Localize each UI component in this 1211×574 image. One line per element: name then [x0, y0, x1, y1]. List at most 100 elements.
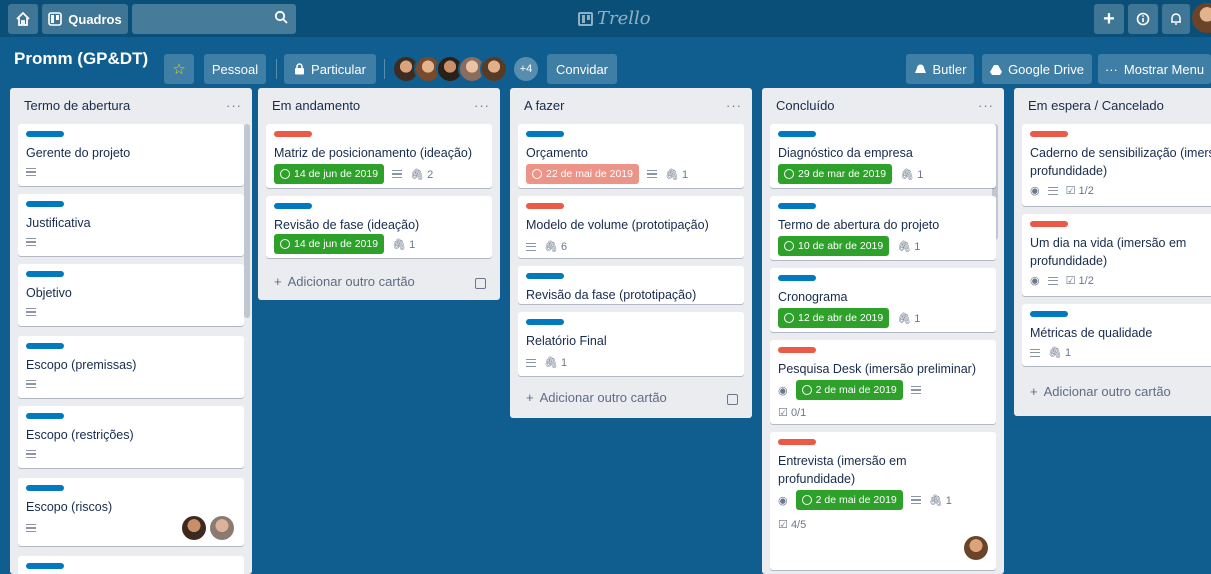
add-card-label: Adicionar outro cartão	[1043, 384, 1171, 399]
invite-button[interactable]: Convidar	[547, 54, 617, 84]
google-drive-button[interactable]: Google Drive	[982, 54, 1092, 84]
card[interactable]: Caderno de sensibilização (imersão profu…	[1022, 124, 1211, 206]
list-header[interactable]: Em andamento ···	[258, 88, 500, 122]
card-member-avatar[interactable]	[964, 536, 988, 560]
card[interactable]: Diagnóstico da empresa 29 de mar de 2019…	[770, 124, 996, 188]
card-label-blue	[526, 319, 564, 325]
due-date-badge[interactable]: 14 de jun de 2019	[274, 234, 385, 254]
add-card-button[interactable]: + Adicionar outro cartão	[526, 390, 667, 405]
card-template-icon[interactable]	[727, 394, 738, 405]
scrollbar[interactable]	[244, 124, 250, 318]
visibility-button[interactable]: Particular	[284, 54, 376, 84]
list-title[interactable]: A fazer	[524, 98, 564, 113]
card-badges	[26, 168, 36, 176]
notifications-button[interactable]	[1162, 4, 1190, 34]
card[interactable]: Entrevista (imersão em profundidade) ◉ 2…	[770, 432, 996, 570]
due-date-badge[interactable]: 12 de abr de 2019	[778, 308, 890, 328]
add-card-button[interactable]: + Adicionar outro cartão	[1030, 384, 1171, 399]
due-date-badge[interactable]: 22 de mai de 2019	[526, 164, 639, 184]
due-date: 29 de mar de 2019	[798, 168, 887, 180]
show-menu-button[interactable]: ··· Mostrar Menu	[1098, 54, 1211, 84]
description-icon	[526, 358, 536, 367]
card[interactable]: Objetivo	[18, 264, 244, 326]
card[interactable]: Termo de abertura do projeto 10 de abr d…	[770, 196, 996, 260]
card[interactable]: Escopo (restrições)	[18, 406, 244, 468]
attachment-badge: 🖇 2	[410, 168, 433, 181]
description-icon	[910, 386, 921, 394]
create-button[interactable]: +	[1094, 4, 1124, 34]
card[interactable]: Escopo (premissas)	[18, 336, 244, 398]
card[interactable]: Pesquisa Desk (imersão preliminar) ◉ 2 d…	[770, 340, 996, 424]
card[interactable]: Modelo de volume (prototipação) 🖇 6	[518, 196, 744, 258]
card-badges: ◉ ☑ 1/2	[1030, 184, 1094, 197]
list-title[interactable]: Concluído	[776, 98, 835, 113]
card-badges	[26, 308, 36, 316]
butler-button[interactable]: Butler	[906, 54, 974, 84]
card[interactable]	[18, 556, 244, 574]
due-date-badge[interactable]: 29 de mar de 2019	[778, 164, 893, 184]
paperclip-icon: 🖇	[544, 241, 558, 253]
info-button[interactable]	[1128, 4, 1158, 34]
bell-icon	[1171, 13, 1181, 25]
list-header[interactable]: Concluído ···	[762, 88, 1004, 122]
card-badges: 🖇 1	[526, 356, 567, 369]
trello-logo[interactable]: Trello	[578, 8, 651, 29]
card[interactable]: Cronograma 12 de abr de 2019 🖇 1	[770, 268, 996, 332]
due-date-badge[interactable]: 2 de mai de 2019	[795, 380, 903, 400]
card[interactable]: Métricas de qualidade 🖇 1	[1022, 304, 1211, 366]
checklist-icon: ☑	[778, 519, 788, 531]
description-icon	[1047, 186, 1058, 195]
card[interactable]: Revisão da fase (prototipação)	[518, 266, 744, 304]
search-input[interactable]	[132, 4, 296, 34]
card-title: Gerente do projeto	[26, 146, 131, 160]
list-header[interactable]: A fazer ···	[510, 88, 752, 122]
card[interactable]: Gerente do projeto	[18, 124, 244, 186]
card[interactable]: Escopo (riscos)	[18, 478, 244, 546]
card[interactable]: Matriz de posicionamento (ideação) 14 de…	[266, 124, 492, 188]
more-members-badge[interactable]: +4	[514, 57, 538, 81]
boards-button[interactable]: Quadros	[42, 4, 128, 34]
list-menu-icon[interactable]: ···	[978, 98, 994, 113]
board-title[interactable]: Promm (GP&DT)	[14, 49, 148, 69]
list-title[interactable]: Em andamento	[272, 98, 360, 113]
card-title: Revisão da fase (prototipação)	[526, 288, 697, 302]
card-title: Diagnóstico da empresa	[778, 146, 913, 160]
star-button[interactable]: ☆	[164, 54, 194, 84]
home-button[interactable]	[8, 4, 38, 34]
list-menu-icon[interactable]: ···	[474, 98, 490, 113]
checklist-icon: ☑	[1065, 185, 1076, 197]
plus-icon: +	[274, 274, 282, 289]
butler-icon	[914, 64, 926, 73]
team-button[interactable]: Pessoal	[204, 54, 266, 84]
card[interactable]: Revisão de fase (ideação) 14 de jun de 2…	[266, 196, 492, 258]
list-title[interactable]: Termo de abertura	[24, 98, 130, 113]
description-icon	[646, 170, 657, 178]
description-icon	[526, 242, 536, 251]
member-avatar[interactable]	[480, 55, 508, 83]
list-a-fazer: A fazer ··· Orçamento 22 de mai de 2019 …	[510, 88, 752, 418]
user-avatar[interactable]	[1192, 3, 1211, 33]
card[interactable]: Orçamento 22 de mai de 2019 🖇 1	[518, 124, 744, 188]
description-icon	[26, 238, 36, 246]
list-menu-icon[interactable]: ···	[726, 98, 742, 113]
due-date: 14 de jun de 2019	[294, 168, 379, 180]
card-label-blue	[26, 131, 64, 137]
list-title[interactable]: Em espera / Cancelado	[1028, 98, 1164, 113]
list-header[interactable]: Em espera / Cancelado	[1014, 88, 1211, 122]
due-date-badge[interactable]: 2 de mai de 2019	[795, 490, 903, 510]
card[interactable]: Justificativa	[18, 194, 244, 256]
card[interactable]: Relatório Final 🖇 1	[518, 312, 744, 376]
due-date-badge[interactable]: 10 de abr de 2019	[778, 236, 890, 256]
add-card-button[interactable]: + Adicionar outro cartão	[274, 274, 415, 289]
card-label-blue	[26, 201, 64, 207]
card-member-avatar[interactable]	[210, 516, 234, 540]
butler-label: Butler	[932, 61, 967, 77]
card-template-icon[interactable]	[475, 278, 486, 289]
list-header[interactable]: Termo de abertura ···	[10, 88, 252, 122]
card-member-avatar[interactable]	[182, 516, 206, 540]
card-label-red	[1030, 221, 1068, 227]
search-icon[interactable]	[274, 10, 288, 24]
due-date-badge[interactable]: 14 de jun de 2019	[274, 164, 385, 184]
list-menu-icon[interactable]: ···	[226, 98, 242, 113]
card[interactable]: Um dia na vida (imersão em profundidade)…	[1022, 214, 1211, 296]
